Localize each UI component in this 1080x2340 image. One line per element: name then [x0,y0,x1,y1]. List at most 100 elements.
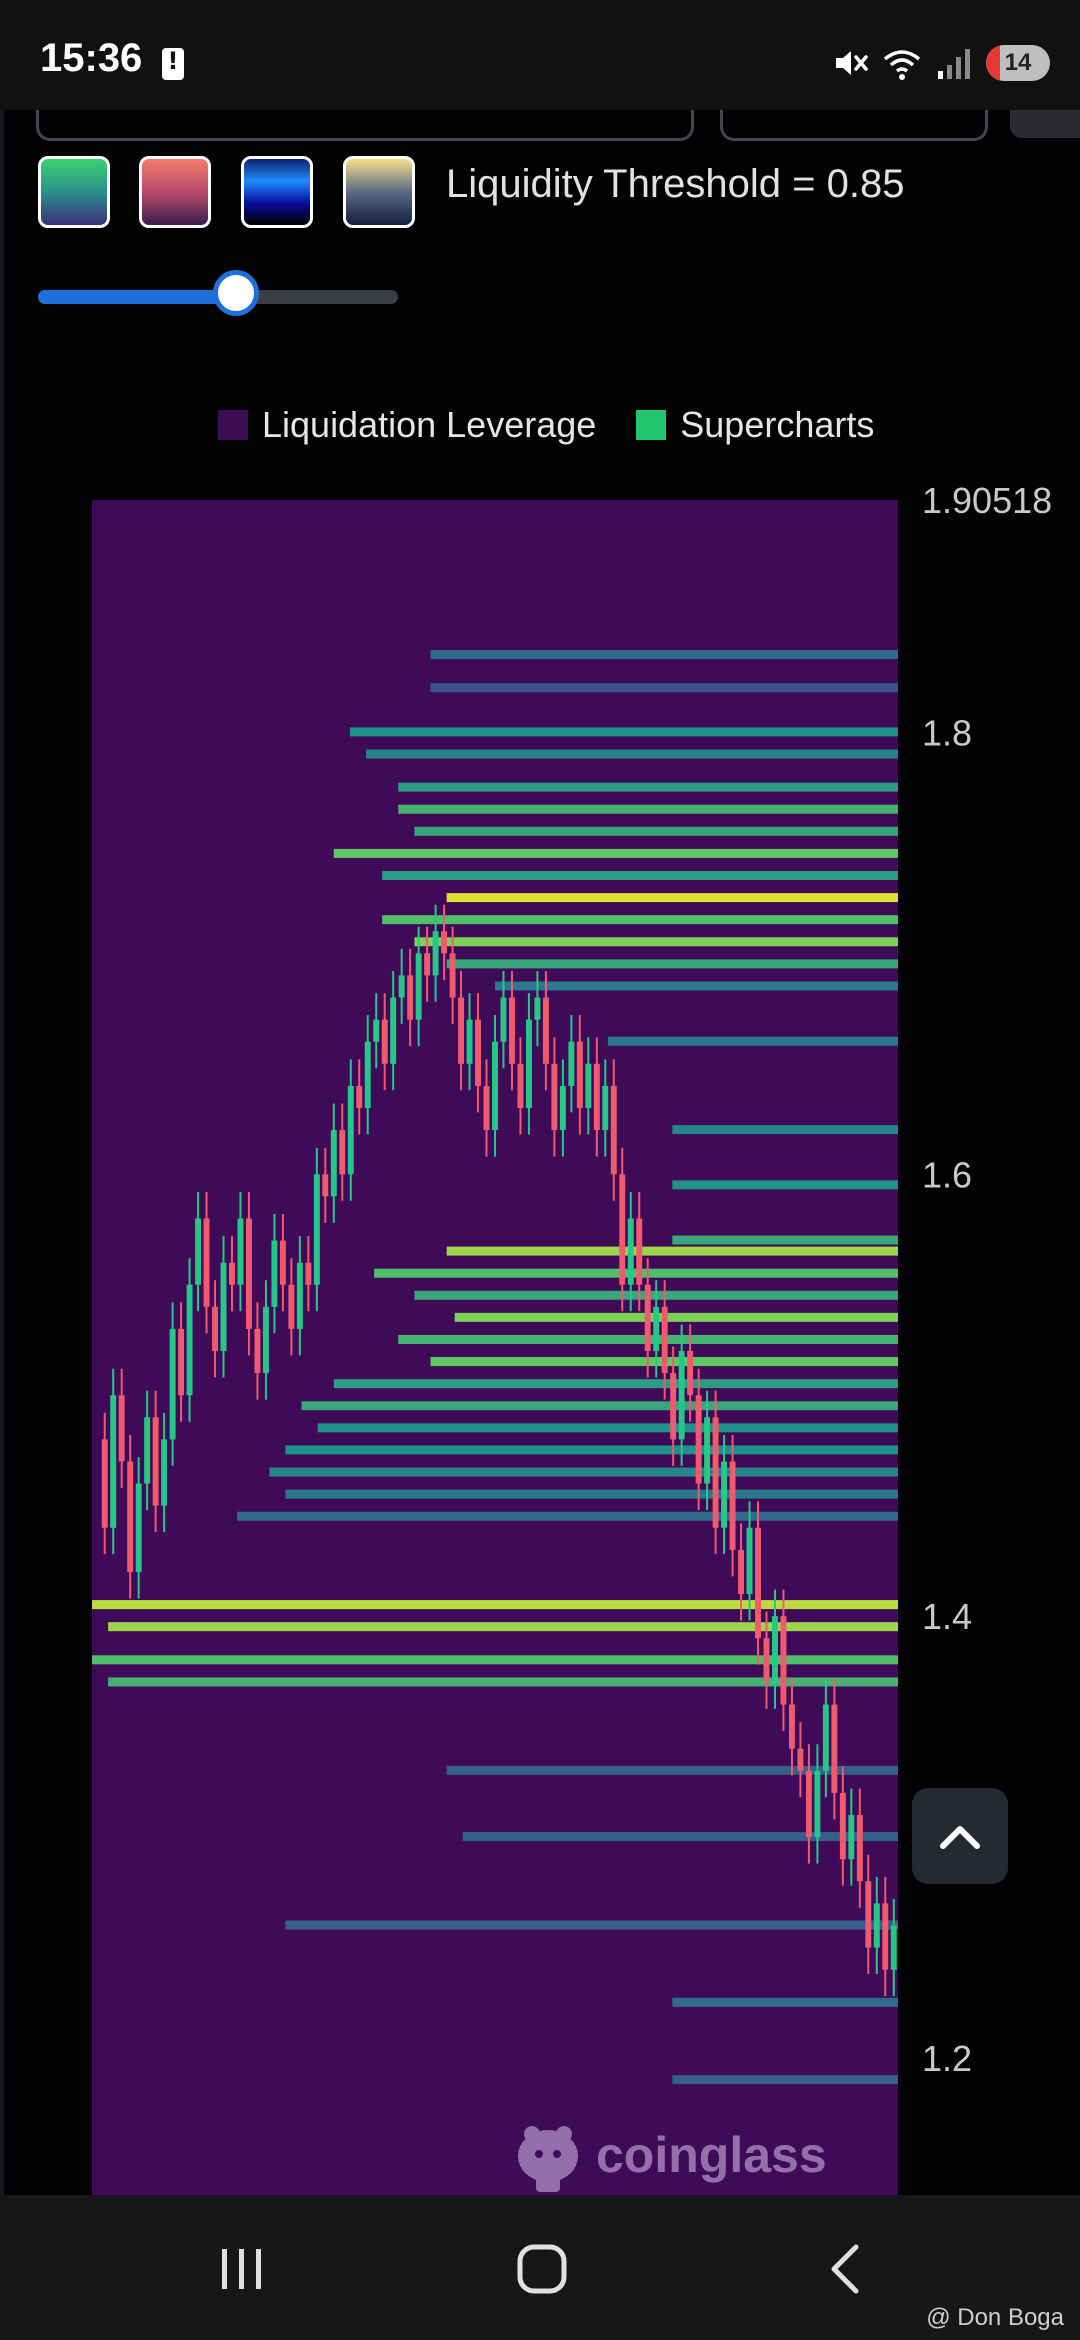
candle-body [296,1262,303,1329]
candle-body [373,1019,380,1042]
candle-body [339,1130,346,1175]
candle-body [797,1748,804,1771]
candle-body [678,1351,685,1440]
candle-body [458,997,465,1064]
menu-box[interactable] [1010,110,1080,138]
liquidity-band [285,1489,898,1499]
color-scheme-swatch-cividis[interactable] [343,156,415,228]
legend-swatch [636,410,667,440]
battery-alert-icon [162,47,184,80]
candle-body [517,1063,524,1108]
liquidity-band [495,981,898,991]
color-scheme-swatch-blue[interactable] [241,156,313,228]
candle-body [644,1284,651,1352]
candle-body [364,1041,371,1108]
candle-body [873,1903,880,1948]
scroll-top-button[interactable] [912,1788,1008,1884]
y-tick-label: 1.6 [922,1154,972,1195]
candle-body [407,975,414,1020]
candle-body [356,1085,363,1108]
battery-level: 14 [1004,49,1032,76]
candle-body [610,1085,617,1175]
liquidity-band [414,937,898,947]
legend-item-supercharts[interactable]: Supercharts [636,404,874,446]
liquidity-band [374,1268,899,1278]
candle-body [636,1218,643,1285]
candle-body [805,1770,812,1838]
candle-body [814,1770,821,1838]
liquidity-threshold-label: Liquidity Threshold = 0.85 [446,162,905,206]
legend-label: Supercharts [680,404,875,445]
candle-body [712,1417,719,1528]
liquidity-band [333,1379,898,1389]
candle-body [279,1240,286,1285]
candle-body [738,1549,745,1595]
candle-body [127,1461,134,1572]
liquidity-band [301,1401,898,1411]
candle-body [169,1328,176,1440]
candle-body [254,1328,261,1374]
candle-body [661,1306,668,1374]
candle-body [542,997,549,1064]
color-scheme-swatch-rose[interactable] [139,156,211,228]
mute-icon [836,51,868,75]
candle-body [441,931,448,954]
candle-body [118,1395,125,1462]
y-tick-label: 1.8 [922,712,972,753]
candle-body [627,1218,634,1285]
candle-body [203,1218,210,1307]
candle-body [670,1373,677,1440]
candle-body [755,1527,761,1639]
liquidity-band [430,650,898,660]
candle-body [415,953,422,1020]
legend-swatch [218,410,248,440]
candle-body [390,997,397,1064]
color-scheme-swatch-viridis[interactable] [38,156,110,228]
watermark-text: coinglass [596,2127,827,2183]
candle-body [653,1306,660,1352]
candle-body [178,1328,185,1396]
threshold-slider[interactable] [38,270,398,322]
candle-body [508,997,515,1064]
liquidity-band [672,1125,898,1135]
candle-body [568,1041,575,1086]
liquidity-band [446,893,898,903]
candle-body [432,931,439,976]
candle-body [525,1019,532,1108]
liquidity-band [446,1246,898,1256]
candle-body [593,1063,600,1131]
liquidity-band [349,727,898,737]
candle-body [704,1417,711,1484]
candle-body [848,1814,855,1860]
candle-body [772,1616,778,1683]
candle-body [687,1351,694,1396]
liquidity-band [92,1600,898,1610]
liquidity-band [237,1511,898,1521]
recents-icon[interactable] [212,2239,272,2299]
candle-body [576,1041,583,1108]
candle-body [212,1306,218,1352]
signal-icon [938,49,970,79]
slider-thumb[interactable] [213,270,259,316]
back-icon[interactable] [818,2239,878,2299]
candle-body [534,997,541,1020]
candle-body [220,1262,227,1352]
slider-fill [38,290,236,304]
home-icon[interactable] [512,2239,572,2299]
timeframe-select-box[interactable] [720,110,988,141]
y-tick-label: 1.4 [922,1596,972,1637]
candle-body [856,1814,863,1882]
legend-item-liquidation-leverage[interactable]: Liquidation Leverage [218,404,596,446]
liquidity-band [446,1765,898,1775]
status-time: 15:36 [40,36,143,80]
liquidity-band [672,1235,898,1245]
candle-body [288,1284,295,1329]
liquidation-heatmap-chart[interactable]: 1.90518 1.8 1.6 1.4 1.2 coinglass [0,460,1080,2195]
symbol-select-box[interactable] [36,110,694,141]
liquidity-band [607,1036,898,1046]
candle-body [729,1461,736,1550]
liquidity-band [269,1467,898,1477]
chart-legend: Liquidation Leverage Supercharts [218,395,914,455]
candle-body [271,1240,278,1307]
candle-body [398,975,405,998]
